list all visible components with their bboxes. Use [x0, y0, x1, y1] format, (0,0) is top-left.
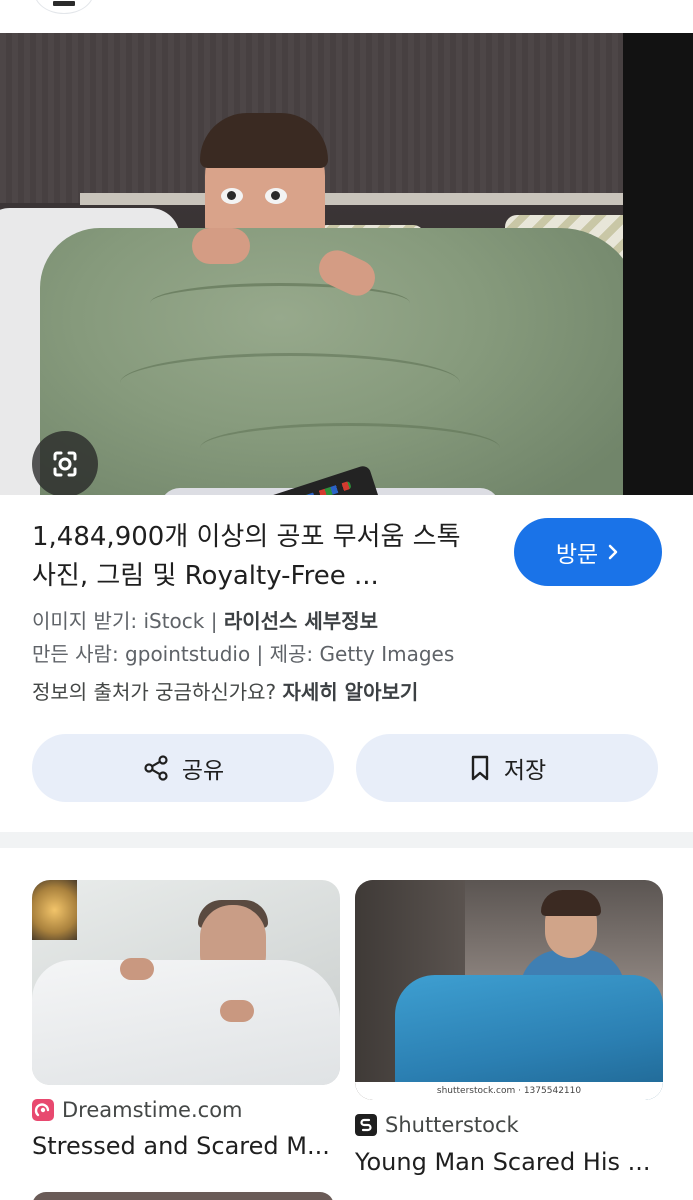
- image-headboard: [0, 33, 693, 203]
- source-line: 이미지 받기: iStock | 라이선스 세부정보: [32, 605, 378, 634]
- bookmark-icon: [471, 755, 489, 781]
- top-strip: [0, 0, 693, 33]
- license-details-link[interactable]: 라이선스 세부정보: [224, 609, 378, 633]
- image-lamp: [32, 880, 77, 940]
- image-eye: [265, 188, 287, 204]
- result-title[interactable]: 1,484,900개 이상의 공포 무서움 스톡 사진, 그림 및 Royalt…: [32, 518, 482, 596]
- image-hand: [192, 228, 250, 264]
- image-hair: [541, 890, 601, 916]
- related-image-2[interactable]: shutterstock.com · 1375542110: [355, 880, 663, 1100]
- image-fold: [200, 423, 500, 473]
- related-source-1[interactable]: Dreamstime.com: [32, 1098, 243, 1122]
- menu-icon: [53, 1, 75, 6]
- image-fold: [120, 353, 460, 413]
- image-duvet: [32, 960, 340, 1085]
- image-shadow: [623, 33, 693, 495]
- visit-button[interactable]: 방문: [514, 518, 662, 586]
- lens-icon: [53, 451, 77, 477]
- creator-line: 만든 사람: gpointstudio | 제공: Getty Images: [32, 642, 455, 666]
- source-question: 정보의 출처가 궁금하신가요?: [32, 680, 283, 704]
- main-image[interactable]: [0, 33, 693, 495]
- save-button[interactable]: 저장: [356, 734, 658, 802]
- image-hair: [200, 113, 328, 168]
- top-menu-button[interactable]: [34, 0, 94, 14]
- section-divider: [0, 832, 693, 848]
- image-watermark: shutterstock.com · 1375542110: [355, 1082, 663, 1100]
- lens-search-button[interactable]: [32, 431, 98, 495]
- learn-more-link[interactable]: 자세히 알아보기: [283, 680, 419, 704]
- related-source-name: Dreamstime.com: [62, 1098, 243, 1122]
- related-source-2[interactable]: Shutterstock: [355, 1113, 519, 1137]
- source-prefix: 이미지 받기: iStock |: [32, 609, 224, 633]
- image-hand: [120, 958, 154, 980]
- save-label: 저장: [503, 758, 547, 784]
- share-button[interactable]: 공유: [32, 734, 334, 802]
- shutterstock-icon: [355, 1114, 377, 1136]
- related-source-name: Shutterstock: [385, 1113, 519, 1137]
- share-label: 공유: [181, 758, 225, 784]
- image-eye: [221, 188, 243, 204]
- chevron-right-icon: [608, 544, 618, 560]
- image-hand: [220, 1000, 254, 1022]
- image-rail: [80, 193, 693, 205]
- related-title-2[interactable]: Young Man Scared His ...: [355, 1148, 651, 1176]
- related-image-1[interactable]: [32, 880, 340, 1085]
- related-title-1[interactable]: Stressed and Scared M...: [32, 1132, 330, 1160]
- next-related-image[interactable]: [32, 1192, 334, 1200]
- source-info-line: 정보의 출처가 궁금하신가요? 자세히 알아보기: [32, 676, 418, 705]
- share-icon: [144, 755, 168, 781]
- visit-label: 방문: [555, 542, 599, 568]
- dreamstime-icon: [32, 1099, 54, 1121]
